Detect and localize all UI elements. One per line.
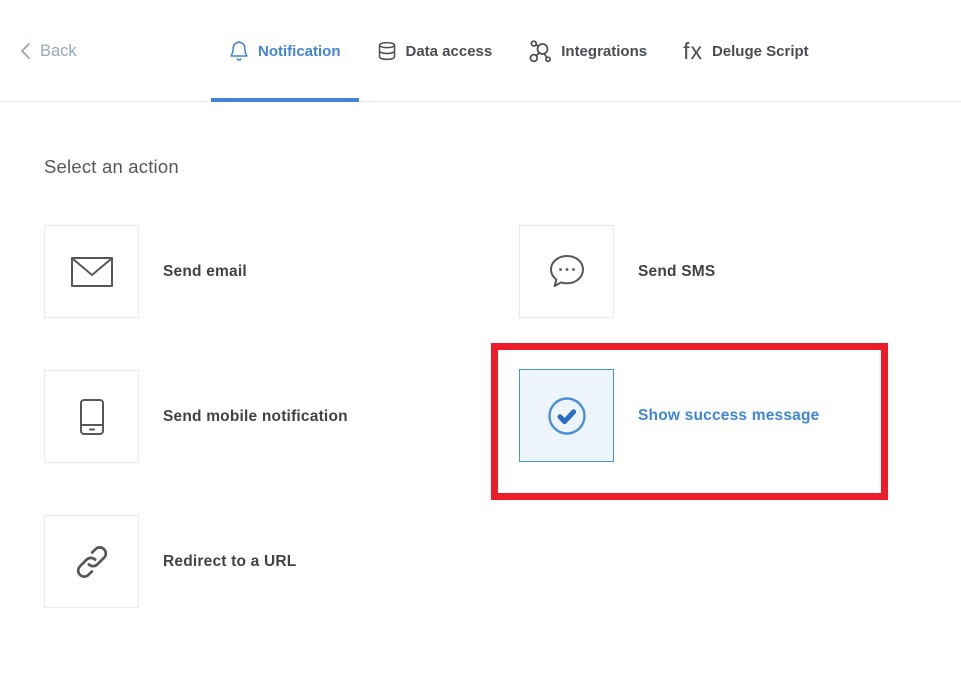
action-send-mobile-notification[interactable]: Send mobile notification [44,370,348,463]
tab-label: Data access [405,42,493,60]
tab-data-access[interactable]: Data access [359,0,511,102]
action-label: Send mobile notification [163,407,348,425]
fx-icon: fx [683,37,703,64]
link-tile [44,515,139,608]
action-send-email[interactable]: Send email [44,225,247,318]
action-label: Redirect to a URL [163,552,297,570]
tab-label: Integrations [561,42,648,60]
action-show-success-message[interactable]: Show success message [519,369,820,462]
success-tile [519,369,614,462]
success-check-icon [546,395,588,437]
tab-deluge-script[interactable]: fx Deluge Script [665,0,827,102]
tab-label: Notification [258,42,341,60]
link-icon [73,543,111,581]
database-icon [377,40,397,62]
mobile-icon [79,398,105,436]
page-title: Select an action [44,156,179,177]
header: Back Notification Data access Integratio… [0,0,961,102]
action-send-sms[interactable]: Send SMS [519,225,715,318]
sms-tile [519,225,614,318]
email-tile [44,225,139,318]
integrations-icon [528,39,552,63]
email-icon [70,256,114,288]
mobile-tile [44,370,139,463]
tab-notification[interactable]: Notification [211,0,359,102]
tab-label: Deluge Script [711,42,809,60]
tab-integrations[interactable]: Integrations [510,0,665,102]
action-redirect-to-url[interactable]: Redirect to a URL [44,515,296,608]
action-selection-page: Back Notification Data access Integratio… [0,0,961,675]
chevron-left-icon [20,42,31,60]
bell-icon [229,40,249,62]
back-button[interactable]: Back [20,0,77,102]
back-label: Back [40,41,77,60]
tab-bar: Notification Data access Integrations fx… [211,0,827,102]
sms-icon [546,253,588,291]
action-label: Show success message [638,406,820,424]
action-label: Send SMS [638,262,716,280]
action-label: Send email [163,262,247,280]
